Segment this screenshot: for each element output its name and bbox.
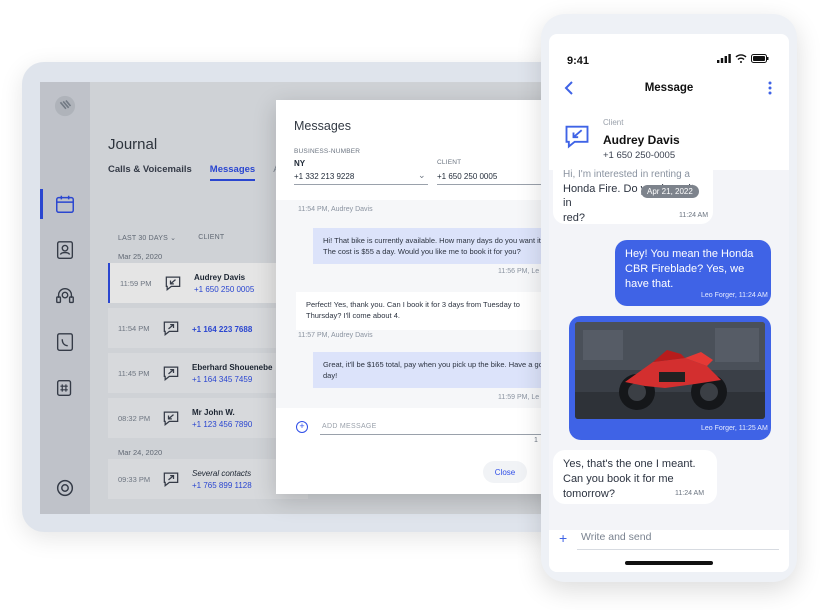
call-time: 11:59 PM xyxy=(120,278,152,288)
page-title: Message xyxy=(644,82,694,94)
tab-calls-voicemails[interactable]: Calls & Voicemails xyxy=(108,164,192,181)
client-label: Client xyxy=(603,118,624,127)
incoming-message-icon xyxy=(160,272,186,294)
message-stamp: Leo Forger, 11:25 AM xyxy=(701,425,768,432)
business-city: NY xyxy=(294,159,306,168)
call-time: 09:33 PM xyxy=(118,474,151,484)
message-meta: 11:57 PM, Audrey Davis xyxy=(298,332,373,339)
add-attachment-icon[interactable]: + xyxy=(559,530,567,546)
client-label: CLIENT xyxy=(437,159,462,166)
home-indicator xyxy=(625,561,713,565)
image-message[interactable]: Leo Forger, 11:25 AM xyxy=(569,316,771,440)
message-bubble: Hi! That bike is currently available. Ho… xyxy=(313,228,570,264)
message-stamp: 11:24 AM xyxy=(675,490,705,497)
incoming-message-icon xyxy=(563,122,591,155)
call-log-icon[interactable] xyxy=(53,330,77,354)
headset-icon[interactable] xyxy=(53,284,77,308)
tab-messages[interactable]: Messages xyxy=(209,164,256,181)
sidebar-active-indicator xyxy=(40,189,43,219)
contact-name: Eberhard Shouenebe xyxy=(192,362,273,372)
chevron-down-icon[interactable]: ⌄ xyxy=(418,170,426,181)
client-number-field[interactable]: +1 650 250 0005 xyxy=(437,172,497,181)
input-underline xyxy=(577,549,779,550)
dialog-compose: + ADD MESSAGE 1 xyxy=(276,408,570,494)
message-meta: 11:54 PM, Audrey Davis xyxy=(298,206,373,213)
contact-number[interactable]: +1 650 250 0005 xyxy=(194,285,254,294)
numbers-icon[interactable] xyxy=(53,376,77,400)
phone-screen: 9:41 Message Client Audrey Davis +1 650 … xyxy=(549,34,789,572)
message-stamp: 11:24 AM xyxy=(679,212,709,219)
signal-icon xyxy=(717,54,731,63)
status-time: 9:41 xyxy=(567,55,590,67)
journal-tabs: Calls & Voicemails Messages All xyxy=(108,164,284,181)
message-stamp: 11:59 PM, Le xyxy=(498,394,540,401)
contacts-icon[interactable] xyxy=(53,238,77,262)
messages-dialog: Messages BUSINESS-NUMBER NY +1 332 213 9… xyxy=(276,100,570,494)
phone-conversation: Hi, I'm interested in renting a Honda Fi… xyxy=(549,164,789,530)
message-input[interactable]: Write and send xyxy=(581,531,651,543)
call-time: 11:45 PM xyxy=(118,368,150,378)
logo-icon[interactable] xyxy=(53,94,77,118)
dialog-title: Messages xyxy=(294,119,351,133)
motorcycle-photo[interactable] xyxy=(575,322,765,419)
message-bubble: Great, it'll be $165 total, pay when you… xyxy=(313,352,570,388)
add-attachment-icon[interactable]: + xyxy=(296,421,308,433)
contact-name: Several contacts xyxy=(192,468,252,478)
contact-name: Mr John W. xyxy=(192,407,235,417)
divider xyxy=(294,184,428,185)
battery-icon xyxy=(751,54,769,63)
outgoing-message-icon xyxy=(158,317,184,339)
client-phone[interactable]: +1 650 250-0005 xyxy=(603,150,675,161)
client-column-header: CLIENT xyxy=(198,234,225,241)
contact-number[interactable]: +1 164 223 7688 xyxy=(192,325,252,334)
status-icons xyxy=(717,54,769,63)
phone-compose: + Write and send xyxy=(549,530,789,572)
sidebar xyxy=(40,82,90,514)
message-input[interactable]: ADD MESSAGE xyxy=(322,423,377,430)
date-separator: Mar 24, 2020 xyxy=(118,448,163,457)
contact-number[interactable]: +1 123 456 7890 xyxy=(192,420,252,429)
wifi-icon xyxy=(735,54,747,63)
business-number-select[interactable]: +1 332 213 9228 xyxy=(294,172,354,181)
date-separator: Mar 25, 2020 xyxy=(118,252,163,261)
contact-name: Audrey Davis xyxy=(194,272,246,282)
phone-device: 9:41 Message Client Audrey Davis +1 650 … xyxy=(541,14,797,582)
outgoing-message-icon xyxy=(158,362,184,384)
char-counter: 1 xyxy=(534,437,538,444)
input-underline xyxy=(320,434,570,435)
message-stamp: Leo Forger, 11:24 AM xyxy=(701,292,768,299)
date-filter-dropdown[interactable]: LAST 30 DAYS ⌄ xyxy=(118,234,176,242)
message-bubble: Perfect! Yes, thank you. Can I book it f… xyxy=(296,292,542,330)
help-icon[interactable] xyxy=(53,476,77,500)
client-header: Client Audrey Davis +1 650 250-0005 xyxy=(549,104,789,170)
page-title: Journal xyxy=(108,136,158,153)
calendar-icon[interactable] xyxy=(53,192,77,216)
business-number-label: BUSINESS-NUMBER xyxy=(294,148,361,155)
list-header: LAST 30 DAYS ⌄ CLIENT xyxy=(118,234,224,242)
close-button[interactable]: Close xyxy=(483,461,527,483)
call-time: 11:54 PM xyxy=(118,323,150,333)
contact-number[interactable]: +1 164 345 7459 xyxy=(192,375,272,384)
incoming-message-icon xyxy=(158,407,184,429)
call-time: 08:32 PM xyxy=(118,413,151,423)
chevron-down-icon: ⌄ xyxy=(170,235,177,242)
client-name: Audrey Davis xyxy=(603,133,680,147)
date-pill: Apr 21, 2022 xyxy=(641,185,699,198)
more-vertical-icon[interactable] xyxy=(767,80,773,101)
message-stamp: 11:56 PM, Le xyxy=(498,268,540,275)
contact-number[interactable]: +1 765 899 1128 xyxy=(192,481,252,490)
outgoing-message-icon xyxy=(158,468,184,490)
